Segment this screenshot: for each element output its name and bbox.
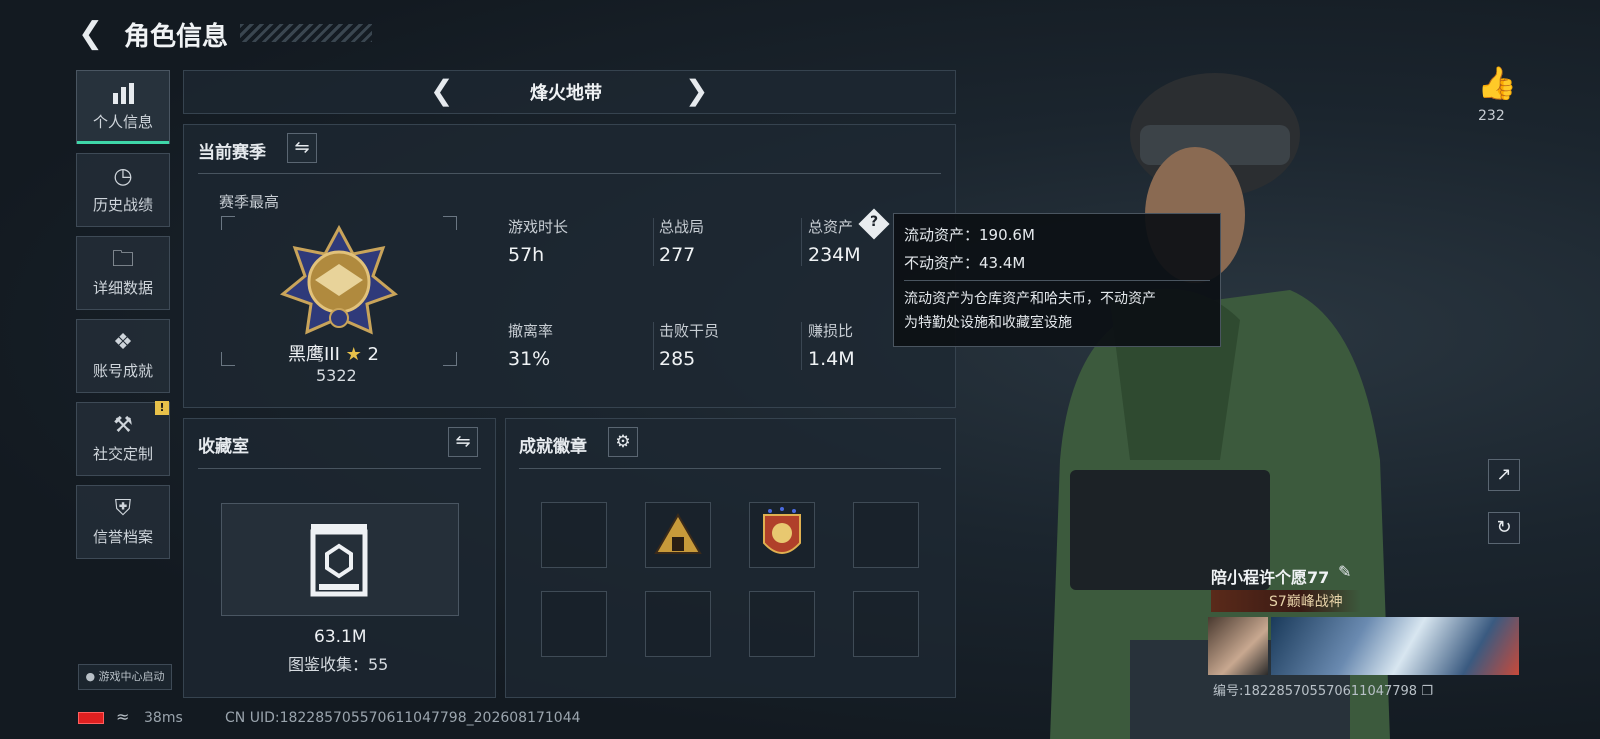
badges-settings-button[interactable]: ⚙ (608, 427, 638, 457)
sidebar-item-label: 社交定制 (92, 445, 153, 463)
sidebar-item-achievements[interactable]: ❖ 账号成就 (76, 319, 170, 393)
refresh-icon[interactable]: ↻ (1488, 512, 1520, 544)
tooltip-fixed: 不动资产：43.4M (904, 254, 1026, 272)
player-name: 陪小程许个愿77 (1211, 568, 1330, 587)
like-icon[interactable]: 👍 (1477, 64, 1517, 102)
badge-slot[interactable] (749, 502, 815, 568)
notification-badge: ! (155, 401, 169, 415)
badge-slot[interactable] (749, 591, 815, 657)
stat-value-matches: 277 (659, 244, 696, 266)
page-title: 角色信息 (124, 22, 229, 52)
stat-label-assets: 总资产 (808, 218, 854, 236)
player-id: 编号:1822857055706110477​98 ❐ (1213, 680, 1433, 699)
sidebar-item-label: 账号成就 (92, 362, 153, 380)
share-icon[interactable]: ↗ (1488, 459, 1520, 491)
sidebar-item-history[interactable]: ◷ 历史战绩 (76, 153, 170, 227)
prev-mode-button[interactable]: ❮ (430, 74, 453, 107)
rank-name-text: 黑鹰III (288, 344, 340, 365)
season-switch-button[interactable]: ⇋ (287, 133, 317, 163)
stat-separator (653, 322, 654, 370)
help-icon-glyph: ? (869, 214, 879, 230)
sidebar-item-label: 详细数据 (92, 279, 153, 297)
player-title: S7巅峰战神 (1269, 594, 1343, 610)
player-banner (1271, 617, 1519, 675)
season-divider (198, 173, 941, 174)
badge-slot[interactable] (541, 502, 607, 568)
collection-title: 收藏室 (198, 437, 249, 457)
stat-value-assets: 234M (808, 244, 861, 266)
emblem-badge-icon (763, 507, 801, 554)
collection-count: 图鉴收集：55 (288, 655, 389, 674)
folder-icon: 🗀 (111, 247, 134, 272)
rank-score: 5322 (316, 366, 357, 385)
stat-label-playtime: 游戏时长 (508, 218, 569, 236)
ping: 38ms (144, 710, 183, 726)
stat-separator (801, 322, 802, 370)
battery-icon (78, 712, 104, 724)
back-icon[interactable]: ❮ (78, 16, 103, 51)
collection-divider (198, 468, 481, 469)
sidebar-item-reputation[interactable]: ⛨ 信誉档案 (76, 485, 170, 559)
tooltip-desc-2: 为特勤处设施和收藏室设施 (904, 315, 1072, 331)
assets-tooltip: 流动资产：190.6M 不动资产：43.4M 流动资产为仓库资产和哈夫币，不动资… (893, 213, 1221, 347)
sidebar-item-details[interactable]: 🗀 详细数据 (76, 236, 170, 310)
stat-value-kills: 285 (659, 348, 696, 370)
player-id-text: 编号:1822857055706110477​98 (1213, 684, 1418, 699)
badges-divider (519, 468, 941, 469)
bar-chart-icon (109, 81, 137, 107)
rank-stars: 2 (367, 344, 379, 365)
badge-slot[interactable] (645, 502, 711, 568)
shield-icon: ⛨ (114, 496, 132, 521)
sidebar-item-label: 信誉档案 (92, 528, 153, 546)
game-center-launch-button[interactable]: ● 游戏中心启动 (78, 664, 172, 690)
player-title-bar: S7巅峰战神 (1211, 590, 1361, 612)
stat-label-kills: 击败干员 (659, 322, 720, 340)
tooltip-divider (904, 280, 1210, 281)
edit-name-icon[interactable]: ✎ (1338, 562, 1351, 581)
wifi-icon: ≈ (116, 707, 130, 726)
season-title: 当前赛季 (198, 143, 266, 163)
badge-slot[interactable] (541, 591, 607, 657)
season-best-label: 赛季最高 (219, 193, 280, 211)
tooltip-liquid: 流动资产：190.6M (904, 226, 1035, 244)
sidebar-item-label: 个人信息 (92, 113, 153, 131)
collection-switch-button[interactable]: ⇋ (448, 427, 478, 457)
sidebar-item-personal-info[interactable]: 个人信息 (76, 70, 170, 144)
stat-separator (653, 218, 654, 266)
stat-value-profit-ratio: 1.4M (808, 348, 855, 370)
launch-label: 游戏中心启动 (98, 670, 165, 683)
title-decoration (240, 24, 372, 42)
sidebar-item-label: 历史战绩 (92, 196, 153, 214)
tooltip-desc-1: 流动资产为仓库资产和哈夫币，不动资产 (904, 291, 1156, 307)
collection-value: 63.1M (314, 627, 367, 647)
badge-slot[interactable] (645, 591, 711, 657)
clock-icon: ◷ (113, 164, 133, 189)
stat-label-matches: 总战局 (659, 218, 705, 236)
pyramid-badge-icon (654, 513, 702, 554)
stat-value-extract-rate: 31% (508, 348, 551, 370)
stat-value-playtime: 57h (508, 244, 545, 266)
like-count: 232 (1478, 108, 1505, 124)
vault-icon (310, 524, 368, 597)
uid-text: CN UID:1822857055706110477​98_2026081710… (225, 710, 581, 726)
stat-label-profit-ratio: 赚损比 (808, 322, 854, 340)
rank-name: 黑鹰III ★ 2 (288, 340, 379, 366)
mode-label: 烽火地带 (530, 83, 602, 104)
rank-emblem-icon (279, 224, 399, 335)
launch-icon: ● (85, 670, 96, 683)
badge-slot[interactable] (853, 591, 919, 657)
star-icon: ★ (345, 344, 362, 365)
tools-icon: ⚒ (113, 413, 133, 438)
badge-slot[interactable] (853, 502, 919, 568)
medal-icon: ❖ (113, 330, 133, 355)
badges-title: 成就徽章 (519, 437, 587, 457)
next-mode-button[interactable]: ❯ (685, 74, 708, 107)
avatar[interactable] (1208, 617, 1268, 675)
copy-icon[interactable]: ❐ (1421, 684, 1433, 699)
stat-label-extract-rate: 撤离率 (508, 322, 554, 340)
stat-separator (801, 218, 802, 266)
sidebar-item-social[interactable]: ⚒ 社交定制 ! (76, 401, 170, 476)
